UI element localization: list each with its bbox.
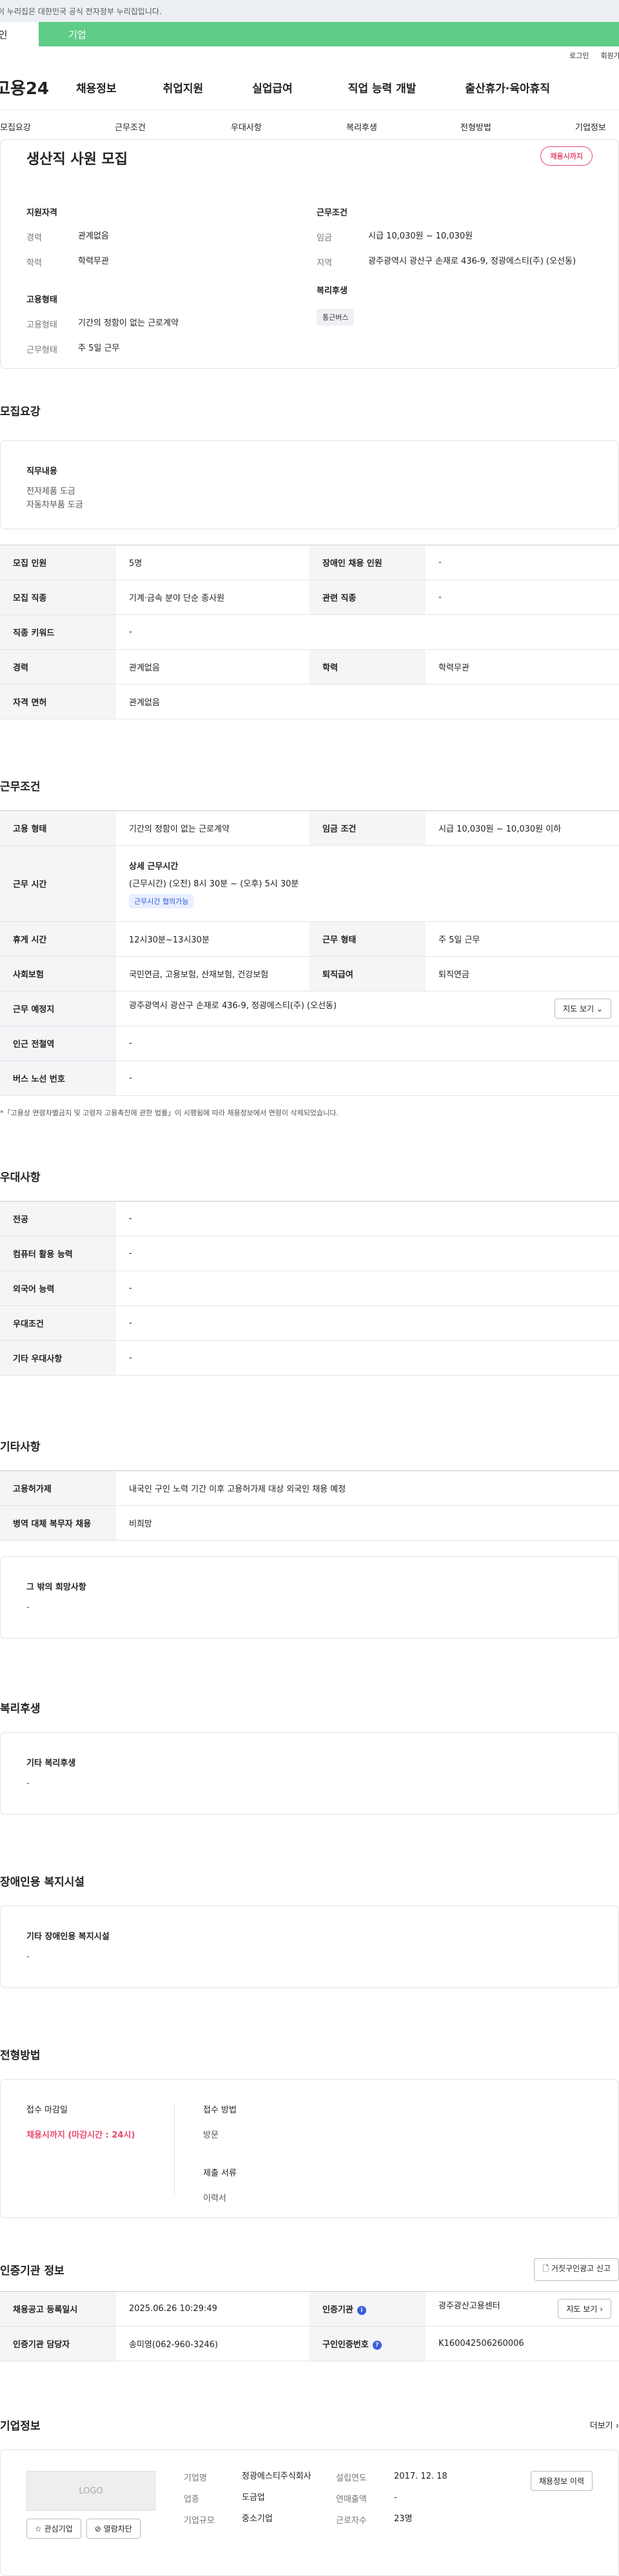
etc-table: 고용허가제 내국인 구인 노력 기간 이후 고용허가제 대상 외국인 채용 예정 … — [0, 1470, 619, 1541]
menu-item-vocational-training[interactable]: 직업 능력 개발 — [348, 79, 417, 95]
table-row: 우대조건 - — [0, 1305, 619, 1341]
table-row: 자격 면허 관계없음 — [0, 684, 619, 719]
table-row: 모집 직종 기계·금속 분야 단순 종사원 관련 직종 - — [0, 580, 619, 615]
interest-company-button[interactable]: ☆ 관심기업 — [26, 2519, 81, 2539]
menu-item-employment-support[interactable]: 취업지원 — [163, 79, 204, 95]
table-row: 근무 시간 상세 근무시간 (근무시간) (오전) 8시 30분 ~ (오후) … — [0, 845, 619, 922]
other-wishes-box: 그 밖의 희망사항 - — [0, 1556, 619, 1639]
status-badge: 채용시까지 — [540, 146, 593, 166]
signup-link[interactable]: 회원가입 — [601, 50, 619, 61]
disabled-facility-box: 기타 장애인용 복지시설 - — [0, 1906, 619, 1988]
recruit-table: 모집 인원 5명 장애인 채용 인원 - 모집 직종 기계·금속 분야 단순 종사원 … — [0, 545, 619, 719]
chevron-right-icon: › — [600, 2305, 603, 2314]
menu-item-jobs[interactable]: 채용정보 — [76, 79, 117, 95]
anchor-company[interactable]: 기업정보 — [575, 121, 606, 133]
chevron-right-icon: › — [615, 2421, 619, 2431]
table-row: 사회보험 국민연금, 고용보험, 산재보험, 건강보험 퇴직급여 퇴직연금 — [0, 956, 619, 991]
table-row: 인근 전철역 - — [0, 1026, 619, 1061]
age-note: *「고용상 연령차별금지 및 고령자 고용촉진에 관한 법률」이 시행됨에 따라… — [0, 1109, 339, 1117]
table-row: 휴게 시간 12시30분~13시30분 근무 형태 주 5일 근무 — [0, 921, 619, 957]
info-icon[interactable]: ? — [372, 2340, 382, 2350]
section-title-welfare: 복리후생 — [0, 1703, 41, 1715]
table-row: 직종 키워드 - — [0, 614, 619, 650]
agency-table: 채용공고 등록일시 2025.06.26 10:29:49 인증기관 i 광주광산고… — [0, 2291, 619, 2361]
block-icon: ⊘ — [94, 2524, 101, 2533]
job-title: 생산직 사원 모집 — [26, 151, 128, 168]
anchor-pref[interactable]: 우대사항 — [231, 121, 262, 133]
utility-links: 로그인 회원가입 — [0, 46, 619, 64]
main-menu: 채용정보 취업지원 실업급여 직업 능력 개발 출산휴가·육아휴직 — [72, 79, 550, 95]
table-row: 병역 대체 복무자 채용 비희망 — [0, 1505, 619, 1541]
pref-table: 전공 - 컴퓨터 활용 능력 - 외국어 능력 - 우대조건 - 기타 우대사항 - — [0, 1201, 619, 1376]
duty-box: 직무내용 전자제품 도금 자동차부품 도금 — [0, 440, 619, 529]
anchor-process[interactable]: 전형방법 — [460, 121, 491, 133]
employment-type-group: 고용형태 고용형태 기간의 정함이 없는 근로계약 근무형태 주 5일 근무 — [26, 295, 179, 355]
tab-individual[interactable]: 개인 — [0, 22, 39, 46]
user-type-tabs: 개인 기업 — [0, 22, 619, 46]
company-more-link[interactable]: 더보기 › — [590, 2419, 619, 2431]
section-title-company: 기업정보 — [0, 2420, 41, 2433]
section-title-disabled: 장애인용 복지시설 — [0, 1876, 85, 1889]
star-icon: ☆ — [35, 2524, 42, 2533]
info-icon[interactable]: i — [357, 2305, 366, 2315]
table-row: 기타 우대사항 - — [0, 1340, 619, 1376]
process-box: 접수 마감일 채용시까지 (마감시간 : 24시) 접수 방법 방문 제출 서류… — [0, 2079, 619, 2218]
block-view-button[interactable]: ⊘ 열람차단 — [86, 2519, 141, 2539]
menu-item-unemployment-benefit[interactable]: 실업급여 — [252, 79, 293, 95]
table-row: 경력 관계없음 학력 학력무관 — [0, 649, 619, 685]
company-logo-placeholder: LOGO — [26, 2471, 155, 2511]
tab-company[interactable]: 기업 — [39, 22, 619, 46]
anchor-work[interactable]: 근무조건 — [115, 121, 146, 133]
table-row: 컴퓨터 활용 능력 - — [0, 1236, 619, 1271]
login-link[interactable]: 로그인 — [569, 50, 589, 61]
menu-item-parental-leave[interactable]: 출산휴가·육아휴직 — [465, 79, 550, 95]
table-row: 채용공고 등록일시 2025.06.26 10:29:49 인증기관 i 광주광산고… — [0, 2291, 619, 2327]
company-box: LOGO ☆ 관심기업 ⊘ 열람차단 기업명 정광에스티주식회사 업종 도금업 기업… — [0, 2450, 619, 2576]
table-row: 고용허가제 내국인 구인 노력 기간 이후 고용허가제 대상 외국인 채용 예정 — [0, 1470, 619, 1506]
table-row: 전공 - — [0, 1201, 619, 1236]
map-view-button[interactable]: 지도 보기 ⌄ — [555, 999, 611, 1019]
chevron-down-icon: ⌄ — [596, 1004, 603, 1013]
section-title-etc: 기타사항 — [0, 1441, 41, 1454]
table-row: 모집 인원 5명 장애인 채용 인원 - — [0, 545, 619, 580]
section-title-recruit: 모집요강 — [0, 405, 41, 418]
welfare-group: 복리후생 통근버스 — [317, 284, 607, 326]
table-row: 인증기관 담당자 송미영(062-960-3246) 구인인증번호? K16004… — [0, 2326, 619, 2361]
section-title-pref: 우대사항 — [0, 1171, 41, 1184]
gov-notice: 이 누리집은 대한민국 공식 전자정부 누리집입니다. — [0, 0, 619, 22]
table-row: 고용 형태 기간의 정함이 없는 근로계약 임금 조건 시급 10,030원 ~ 1… — [0, 810, 619, 846]
anchor-recruit[interactable]: 모집요강 — [0, 121, 31, 133]
welfare-box: 기타 복리후생 - — [0, 1732, 619, 1815]
anchor-welfare[interactable]: 복리후생 — [346, 121, 377, 133]
welfare-chip: 통근버스 — [317, 309, 355, 326]
deadline-value: 채용시까지 (마감시간 : 24시) — [26, 2131, 135, 2140]
site-logo[interactable]: 고용24 — [0, 75, 72, 99]
report-fake-ad-button[interactable]: 🗋 거짓구인광고 신고 — [534, 2258, 619, 2281]
section-title-agency: 인증기관 정보 — [0, 2265, 64, 2278]
job-summary-card: 생산직 사원 모집 채용시까지 지원자격 경력 관계없음 학력 학력무관 고용형태 … — [0, 139, 619, 369]
section-anchor-nav: 모집요강 근무조건 우대사항 복리후생 전형방법 기업정보 — [0, 110, 619, 143]
qualification-group: 지원자격 경력 관계없음 학력 학력무관 — [26, 208, 109, 268]
section-title-process: 전형방법 — [0, 2049, 41, 2062]
section-title-work: 근무조건 — [0, 781, 41, 794]
negotiable-tag: 근무시간 협의가능 — [129, 893, 194, 908]
work-table: 고용 형태 기간의 정함이 없는 근로계약 임금 조건 시급 10,030원 ~ 1… — [0, 810, 619, 1096]
table-row: 근무 예정지 광주광역시 광산구 손재로 436-9, 정광에스티(주) (오선… — [0, 991, 619, 1026]
job-history-button[interactable]: 채용정보 이력 — [530, 2471, 593, 2491]
table-row: 외국어 능력 - — [0, 1271, 619, 1306]
agency-map-button[interactable]: 지도 보기 › — [558, 2299, 611, 2319]
work-condition-group: 근무조건 임금 시급 10,030원 ~ 10,030원 지역 광주광역시 광산구 … — [317, 208, 576, 268]
table-row: 버스 노선 번호 - — [0, 1060, 619, 1096]
file-icon: 🗋 — [542, 2264, 549, 2273]
global-nav: 고용24 채용정보 취업지원 실업급여 직업 능력 개발 출산휴가·육아휴직 — [0, 64, 619, 110]
